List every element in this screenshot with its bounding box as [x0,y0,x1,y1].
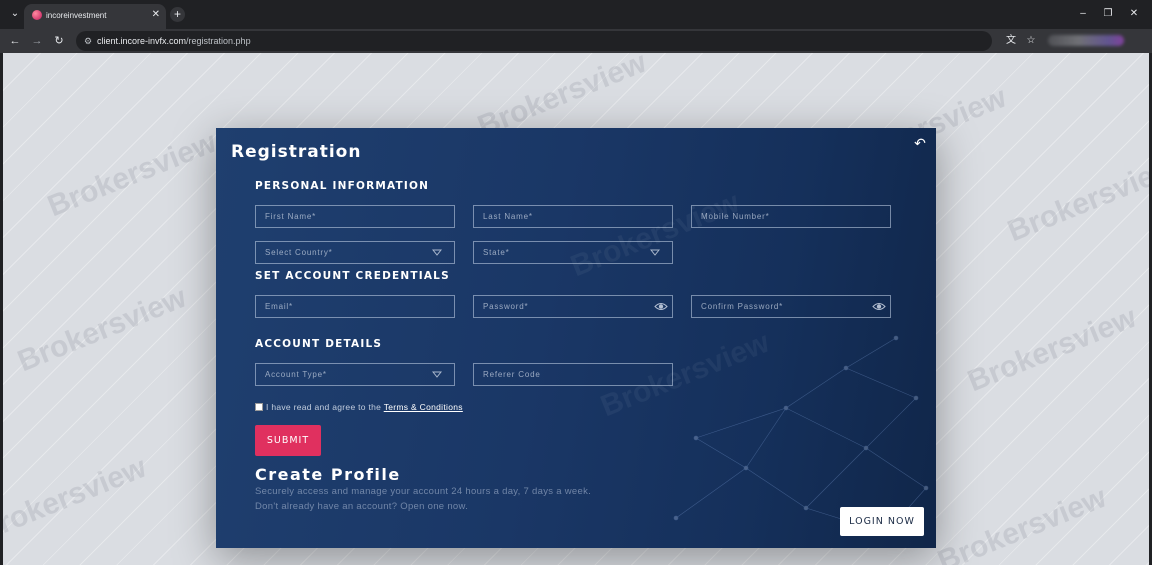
tab-close-icon[interactable]: ✕ [152,9,160,21]
submit-button[interactable]: SUBMIT [255,425,321,456]
terms-agreement: I have read and agree to the Terms & Con… [255,401,463,413]
watermark: Brokersview [1003,150,1149,249]
confirm-password-placeholder: Confirm Password* [701,302,784,311]
back-return-icon[interactable]: ↶ [912,136,928,150]
email-placeholder: Email* [265,302,293,311]
referer-code-placeholder: Referer Code [483,370,541,379]
chevron-down-icon [650,249,660,256]
tab-search-chevron-icon[interactable]: ⌄ [8,7,22,21]
create-profile-description: Securely access and manage your account … [255,486,592,497]
watermark: Brokersview [933,480,1111,565]
window-close-icon[interactable]: ✕ [1127,7,1141,21]
state-placeholder: State* [483,248,510,257]
reload-icon[interactable]: ↻ [52,34,66,48]
browser-tab-bar: ⌄ incoreinvestment ✕ + – ❐ ✕ [0,0,1152,29]
terms-text: I have read and agree to the [266,402,382,412]
terms-conditions-link[interactable]: Terms & Conditions [384,402,463,412]
watermark: Brokersview [43,125,221,224]
address-bar[interactable]: ⚙ client.incore-invfx.com/registration.p… [76,31,992,51]
chevron-down-icon [432,371,442,378]
country-placeholder: Select Country* [265,248,333,257]
forward-arrow-icon[interactable]: → [30,34,44,48]
referer-code-input[interactable]: Referer Code [473,363,673,386]
section-personal-information: PERSONAL INFORMATION [255,180,430,192]
site-favicon-icon [32,10,42,20]
mobile-number-input[interactable]: Mobile Number* [691,205,891,228]
account-type-select[interactable]: Account Type* [255,363,455,386]
page-background: Brokersview Brokersview Brokersview Brok… [3,53,1149,565]
password-placeholder: Password* [483,302,529,311]
watermark: Brokersview [13,280,191,379]
first-name-placeholder: First Name* [265,212,317,221]
chevron-down-icon [432,249,442,256]
section-account-details: ACCOUNT DETAILS [255,338,383,350]
registration-title: Registration [231,142,362,162]
bookmark-star-icon[interactable]: ☆ [1024,34,1038,48]
site-info-icon[interactable]: ⚙ [82,35,94,47]
url-text[interactable]: client.incore-invfx.com/registration.php [97,35,251,47]
profile-area[interactable] [1048,35,1124,46]
country-select[interactable]: Select Country* [255,241,455,264]
watermark: Brokersview [566,185,744,284]
mobile-number-placeholder: Mobile Number* [701,212,770,221]
watermark: Brokersview [3,450,151,549]
show-password-eye-icon[interactable] [654,300,668,313]
last-name-placeholder: Last Name* [483,212,533,221]
new-tab-plus-icon[interactable]: + [170,7,185,22]
browser-toolbar: ← → ↻ ⚙ client.incore-invfx.com/registra… [0,29,1152,53]
show-password-eye-icon[interactable] [872,300,886,313]
browser-tab[interactable]: incoreinvestment ✕ [24,4,166,29]
watermark: Brokersview [963,300,1141,399]
back-arrow-icon[interactable]: ← [8,34,22,48]
account-type-placeholder: Account Type* [265,370,327,379]
confirm-password-input[interactable]: Confirm Password* [691,295,891,318]
create-profile-title: Create Profile [255,465,401,484]
create-profile-open-account-text: Don't already have an account? Open one … [255,501,469,512]
translate-icon[interactable]: 文 [1004,34,1018,48]
minimize-icon[interactable]: – [1076,7,1090,21]
login-now-button[interactable]: LOGIN NOW [840,507,924,536]
restore-icon[interactable]: ❐ [1101,7,1115,21]
state-select[interactable]: State* [473,241,673,264]
section-account-credentials: SET ACCOUNT CREDENTIALS [255,270,450,282]
first-name-input[interactable]: First Name* [255,205,455,228]
last-name-input[interactable]: Last Name* [473,205,673,228]
password-input[interactable]: Password* [473,295,673,318]
tab-title: incoreinvestment [46,11,107,20]
registration-card: Brokersview Brokersview Registration ↶ P… [216,128,936,548]
terms-checkbox[interactable] [255,403,263,411]
email-input[interactable]: Email* [255,295,455,318]
